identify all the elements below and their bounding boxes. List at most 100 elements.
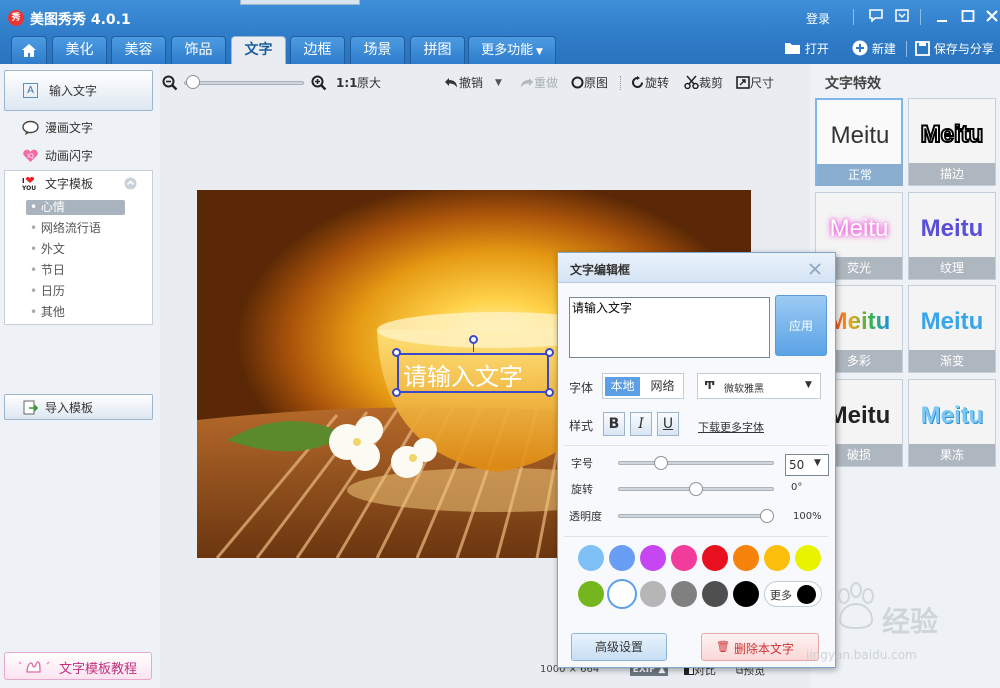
animated-text-item[interactable]: IQ 动画闪字 xyxy=(22,146,142,166)
color-swatch-gray[interactable] xyxy=(671,581,697,607)
zoom-in-icon[interactable] xyxy=(311,75,327,91)
download-fonts-link[interactable]: 下载更多字体 xyxy=(698,419,764,435)
template-item-foreign[interactable]: • 外文 xyxy=(30,239,65,259)
opacity-slider[interactable] xyxy=(618,514,774,518)
bold-button[interactable]: B xyxy=(603,412,625,436)
effect-gradient[interactable]: Meitu 渐变 xyxy=(908,285,996,373)
save-share-label: 保存与分享 xyxy=(933,42,994,56)
color-swatch-red[interactable] xyxy=(702,545,728,571)
bullet-icon: • xyxy=(30,221,41,235)
font-size-value: 50 xyxy=(789,458,805,472)
ratio-one-to-one[interactable]: 1:1 xyxy=(336,74,358,92)
undo-button[interactable]: 撤销 xyxy=(444,74,483,92)
resize-handle-top-left[interactable] xyxy=(392,348,401,357)
effect-jelly[interactable]: Meitu 果冻 xyxy=(908,379,996,467)
redo-label: 重做 xyxy=(534,76,559,90)
color-swatch-white-selected[interactable] xyxy=(607,579,637,609)
color-swatch-light-blue[interactable] xyxy=(578,545,604,571)
original-image-button[interactable]: 原图 xyxy=(571,74,608,92)
more-colors-button[interactable]: 更多 xyxy=(764,581,822,607)
app-title: 美图秀秀 4.0.1 xyxy=(30,12,131,28)
color-swatch-black[interactable] xyxy=(733,581,759,607)
effect-outline[interactable]: Meitu 描边 xyxy=(908,98,996,186)
dialog-title: 文字编辑框 xyxy=(570,263,631,277)
advanced-settings-button[interactable]: 高级设置 xyxy=(571,633,667,661)
tab-more-features[interactable]: 更多功能 ▼ xyxy=(468,36,556,64)
underline-button[interactable]: U xyxy=(657,412,679,436)
comic-text-item[interactable]: 漫画文字 xyxy=(22,118,142,138)
color-swatch-yellow[interactable] xyxy=(795,545,821,571)
color-swatch-orange[interactable] xyxy=(733,545,759,571)
effect-texture[interactable]: Meitu 纹理 xyxy=(908,192,996,280)
save-share-button[interactable]: 保存与分享 xyxy=(915,39,994,59)
minimize-icon[interactable] xyxy=(934,9,950,25)
new-button[interactable]: 新建 xyxy=(852,39,896,59)
text-selection-box[interactable]: 请输入文字 xyxy=(397,353,549,393)
undo-dropdown-icon[interactable]: ▼ xyxy=(495,74,502,92)
font-size-slider[interactable] xyxy=(618,461,774,465)
delete-text-button[interactable]: 🗑 删除本文字 xyxy=(701,633,819,661)
resize-button[interactable]: 尺寸 xyxy=(736,74,774,92)
resize-handle-bottom-right[interactable] xyxy=(545,388,554,397)
font-source-web[interactable]: 网络 xyxy=(645,377,680,396)
close-icon[interactable] xyxy=(984,9,1000,25)
tab-frame[interactable]: 边框 xyxy=(290,36,345,64)
template-item-other[interactable]: • 其他 xyxy=(30,302,65,322)
canvas-text[interactable]: 请输入文字 xyxy=(403,357,523,392)
color-swatch-amber[interactable] xyxy=(764,545,790,571)
open-button[interactable]: 打开 xyxy=(784,39,829,59)
crop-button[interactable]: 裁剪 xyxy=(684,74,723,92)
login-link[interactable]: 登录 xyxy=(806,10,830,27)
redo-button[interactable]: 重做 xyxy=(519,74,558,92)
rotate-button[interactable]: 旋转 xyxy=(630,74,669,92)
svg-text:YOU: YOU xyxy=(22,185,36,191)
close-icon[interactable] xyxy=(809,263,821,275)
font-size-select[interactable]: 50 ▼ xyxy=(785,454,829,476)
tab-beautify[interactable]: 美化 xyxy=(52,36,107,64)
apply-button[interactable]: 应用 xyxy=(775,295,827,356)
import-template-button[interactable]: 导入模板 xyxy=(4,394,153,420)
original-image-label: 原图 xyxy=(584,76,609,90)
font-size-slider-handle[interactable] xyxy=(653,456,668,470)
rotate-handle[interactable] xyxy=(469,335,478,344)
skin-menu-icon[interactable] xyxy=(894,9,910,25)
font-type-icon: Ͳ xyxy=(704,379,716,392)
resize-handle-top-right[interactable] xyxy=(545,348,554,357)
color-swatch-green[interactable] xyxy=(578,581,604,607)
text-template-header[interactable]: I YOU 文字模板 xyxy=(22,174,147,194)
zoom-slider-track[interactable] xyxy=(184,81,304,85)
text-input-area[interactable] xyxy=(569,297,770,358)
template-item-holiday[interactable]: • 节日 xyxy=(30,260,65,280)
font-select[interactable]: Ͳ 微软雅黑 ▼ xyxy=(697,373,821,399)
color-swatch-dark-gray[interactable] xyxy=(702,581,728,607)
color-swatch-blue[interactable] xyxy=(609,545,635,571)
italic-button[interactable]: I xyxy=(630,412,652,436)
original-size-button[interactable]: 原大 xyxy=(357,74,381,92)
tab-scene[interactable]: 场景 xyxy=(350,36,405,64)
zoom-slider-handle[interactable] xyxy=(186,75,201,89)
template-tutorial-button[interactable]: 文字模板教程 xyxy=(4,652,152,680)
resize-handle-bottom-left[interactable] xyxy=(392,388,401,397)
maximize-icon[interactable] xyxy=(960,9,976,25)
template-item-mood[interactable]: • 心情 xyxy=(30,197,65,217)
color-swatch-light-gray[interactable] xyxy=(640,581,666,607)
message-icon[interactable] xyxy=(868,9,884,25)
tab-collage[interactable]: 拼图 xyxy=(410,36,465,64)
effect-gradient-label: 渐变 xyxy=(909,350,995,372)
home-tab[interactable] xyxy=(11,36,47,64)
tab-face-beauty[interactable]: 美容 xyxy=(111,36,166,64)
color-swatch-pink[interactable] xyxy=(671,545,697,571)
zoom-out-icon[interactable] xyxy=(162,75,178,91)
input-text-button[interactable]: A 输入文字 xyxy=(4,70,153,111)
collapse-icon[interactable] xyxy=(124,177,137,190)
effect-normal[interactable]: Meitu 正常 xyxy=(815,98,903,186)
font-source-local[interactable]: 本地 xyxy=(605,377,640,396)
tab-text[interactable]: 文字 xyxy=(231,36,286,64)
color-swatch-purple[interactable] xyxy=(640,545,666,571)
template-item-internet-slang[interactable]: • 网络流行语 xyxy=(30,218,101,238)
rotation-slider-handle[interactable] xyxy=(689,482,703,496)
tab-decoration[interactable]: 饰品 xyxy=(171,36,226,64)
opacity-slider-handle[interactable] xyxy=(760,509,774,523)
template-item-calendar[interactable]: • 日历 xyxy=(30,281,65,301)
effect-jelly-preview: Meitu xyxy=(920,402,984,429)
